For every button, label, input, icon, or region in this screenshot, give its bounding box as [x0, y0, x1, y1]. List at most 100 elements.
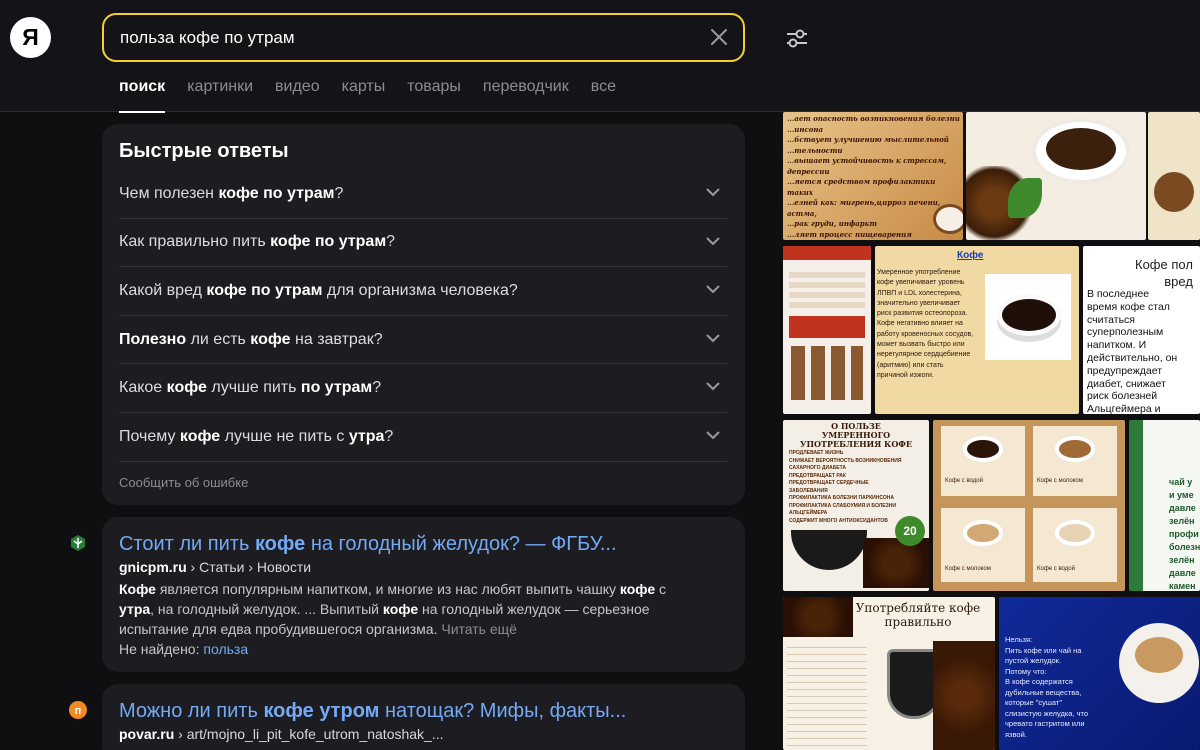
- tab-all[interactable]: все: [591, 78, 616, 112]
- quick-answer-item[interactable]: Какой вред кофе по утрам для организма ч…: [119, 267, 727, 316]
- highlighted-text: Кофе: [119, 581, 156, 597]
- image-text-line: риск развития остеопороза.: [877, 310, 968, 318]
- text-fragment: натощак? Мифы, факты...: [379, 700, 627, 722]
- image-text-line: СОДЕРЖИТ МНОГО АНТИОКСИДАНТОВ: [789, 517, 888, 524]
- quick-answer-item[interactable]: Чем полезен кофе по утрам?: [119, 170, 727, 219]
- image-result-moderate-consumption[interactable]: О ПОЛЬЗЕ УМЕРЕННОГО УПОТРЕБЛЕНИЯ КОФЕ ПРОД…: [783, 420, 929, 591]
- image-result-drink-coffee-correctly[interactable]: Употребляйте кофе правильно: [783, 597, 995, 750]
- tab-products[interactable]: товары: [407, 78, 461, 112]
- image-result-coffee-site[interactable]: [1148, 112, 1200, 240]
- text-fragment: , на голодный желудок. ... Выпитый: [150, 601, 383, 617]
- tile-2: Кофе с молоком: [1033, 426, 1117, 496]
- image-results-grid: ...ает опасность возникновения болезни..…: [770, 112, 1200, 750]
- image-result-coffee-empty-stomach[interactable]: Нельзя: Пить кофе или чай на пустой желудо…: [999, 597, 1200, 750]
- image-text-line: время кофе стал: [1087, 300, 1170, 313]
- result-path[interactable]: › art/mojno_li_pit_kofe_utrom_natoshak_.…: [174, 726, 443, 742]
- header: Я польза кофе по утрам поиск картинки ви…: [0, 0, 1200, 113]
- image-result-coffee-harm[interactable]: Кофе Умеренное употребление кофе увеличив…: [875, 246, 1079, 414]
- image-text-line: чай у: [1169, 477, 1193, 487]
- result-path[interactable]: › Статьи › Новости: [187, 559, 312, 575]
- image-text-line: дубильные вещества,: [1005, 687, 1082, 697]
- report-error-link[interactable]: Сообщить об ошибке: [119, 475, 248, 490]
- text-fragment: на голодный желудок? — ФГБУ...: [305, 533, 617, 555]
- image-result-coffee-infographic[interactable]: [783, 246, 871, 414]
- text-fragment: Какой вред: [119, 281, 207, 299]
- highlighted-text: утра: [348, 427, 385, 445]
- image-text-line: Употребляйте кофе: [855, 601, 981, 615]
- tab-maps[interactable]: карты: [342, 78, 386, 112]
- result-url[interactable]: povar.ru › art/mojno_li_pit_kofe_utrom_n…: [119, 726, 444, 742]
- image-text-line: СНИЖАЕТ ВЕРОЯТНОСТЬ ВОЗНИКНОВЕНИЯ: [789, 457, 902, 464]
- svg-text:п: п: [75, 705, 82, 717]
- read-more-link[interactable]: Читать ещё: [441, 621, 517, 637]
- result-title-link[interactable]: Можно ли пить кофе утром натощак? Мифы, …: [119, 700, 626, 723]
- tab-translator[interactable]: переводчик: [483, 78, 569, 112]
- image-result-coffee-cup-beans[interactable]: [966, 112, 1146, 240]
- image-text-line: зелён: [1169, 555, 1195, 565]
- chevron-down-icon[interactable]: [705, 187, 721, 197]
- quick-answer-question: Чем полезен кофе по утрам?: [119, 185, 343, 203]
- clear-icon[interactable]: [709, 27, 729, 47]
- highlighted-text: кофе утром: [263, 700, 380, 722]
- quick-answer-item[interactable]: Как правильно пить кофе по утрам?: [119, 219, 727, 268]
- image-heading: Кофе: [957, 250, 984, 261]
- cup-graphic: [1055, 436, 1095, 462]
- tab-images[interactable]: картинки: [187, 78, 253, 112]
- image-text-line: пустой желудок.: [1005, 656, 1062, 665]
- image-text-line: ...ает опасность возникновения болезни: [787, 114, 960, 123]
- image-text-line: давле: [1169, 568, 1196, 578]
- image-result-coffee-benefits-text[interactable]: ...ает опасность возникновения болезни..…: [783, 112, 963, 240]
- quick-answers-title: Быстрые ответы: [119, 140, 289, 162]
- result-domain[interactable]: povar.ru: [119, 726, 174, 742]
- image-text-line: ...ляет процесс пищеварения: [787, 229, 912, 239]
- image-text-line: ПРОДЛЕВАЕТ ЖИЗНЬ: [789, 450, 844, 456]
- infographic-cups: [791, 346, 863, 400]
- tab-video[interactable]: видео: [275, 78, 320, 112]
- image-text-line: В последнее: [1087, 288, 1150, 300]
- result-title-link[interactable]: Стоит ли пить кофе на голодный желудок? …: [119, 533, 617, 556]
- chevron-down-icon[interactable]: [705, 333, 721, 343]
- text-fragment: Почему: [119, 427, 180, 445]
- image-text-line: УПОТРЕБЛЕНИЯ КОФЕ: [800, 439, 912, 449]
- image-text-line: Кофе пол: [1135, 257, 1193, 272]
- quick-answers-list: Чем полезен кофе по утрам? Как правильно …: [119, 170, 727, 462]
- image-text-line: Пить кофе или чай на: [1005, 645, 1082, 655]
- quick-answer-item[interactable]: Полезно ли есть кофе на завтрак?: [119, 316, 727, 365]
- cappuccino-graphic: [1135, 637, 1183, 673]
- search-result-1: Стоит ли пить кофе на голодный желудок? …: [102, 517, 745, 672]
- quick-answer-item[interactable]: Почему кофе лучше не пить с утра?: [119, 413, 727, 462]
- text-fragment: является популярным напитком, и многие и…: [155, 581, 620, 597]
- tile-3: Кофе с молоком: [941, 508, 1025, 582]
- tile-label: Кофе с молоком: [1037, 478, 1083, 484]
- result-url[interactable]: gnicpm.ru › Статьи › Новости: [119, 559, 311, 575]
- image-text-line: значительно увеличивает: [877, 299, 961, 307]
- quick-answers-card: Быстрые ответы Чем полезен кофе по утрам…: [102, 124, 745, 505]
- image-text-line: ПРОФИЛАКТИКА БОЛЕЗНИ ПАРКИНСОНА: [789, 495, 894, 501]
- search-input[interactable]: польза кофе по утрам: [102, 13, 745, 62]
- povar-favicon: п: [69, 701, 87, 719]
- image-text-line: ПРОФИЛАКТИКА СЛАБОУМИЯ И БОЛЕЗНИ: [789, 502, 896, 509]
- text-fragment: Можно ли пить: [119, 700, 264, 722]
- image-result-green-tea[interactable]: чай у и уме давле зелён профи болезн зелён давл…: [1129, 420, 1200, 591]
- image-text-line: болезн: [1169, 542, 1200, 552]
- image-text-line: язвой.: [1005, 729, 1027, 739]
- image-text-line: напитком. И: [1087, 339, 1147, 352]
- badge-20: 20: [895, 516, 925, 546]
- not-found-word[interactable]: польза: [203, 641, 248, 657]
- quick-answer-item[interactable]: Какое кофе лучше пить по утрам?: [119, 364, 727, 413]
- filter-settings-icon[interactable]: [784, 26, 810, 50]
- text-fragment: ?: [372, 379, 382, 397]
- image-result-coffee-benefit-harm[interactable]: Кофе пол вред В последнее время кофе стал с…: [1083, 246, 1200, 414]
- highlighted-text: по утрам: [300, 379, 373, 397]
- image-result-coffee-types[interactable]: Кофе с водой Кофе с молоком Кофе с молок…: [933, 420, 1125, 591]
- chevron-down-icon[interactable]: [705, 236, 721, 246]
- yandex-logo[interactable]: Я: [10, 17, 51, 58]
- chevron-down-icon[interactable]: [705, 284, 721, 294]
- chevron-down-icon[interactable]: [705, 430, 721, 440]
- quick-answer-question: Почему кофе лучше не пить с утра?: [119, 428, 393, 446]
- search-query[interactable]: польза кофе по утрам: [120, 28, 295, 48]
- image-text-line: может вызвать быстро или: [877, 341, 965, 349]
- tab-search[interactable]: поиск: [119, 78, 166, 113]
- result-domain[interactable]: gnicpm.ru: [119, 559, 187, 575]
- chevron-down-icon[interactable]: [705, 381, 721, 391]
